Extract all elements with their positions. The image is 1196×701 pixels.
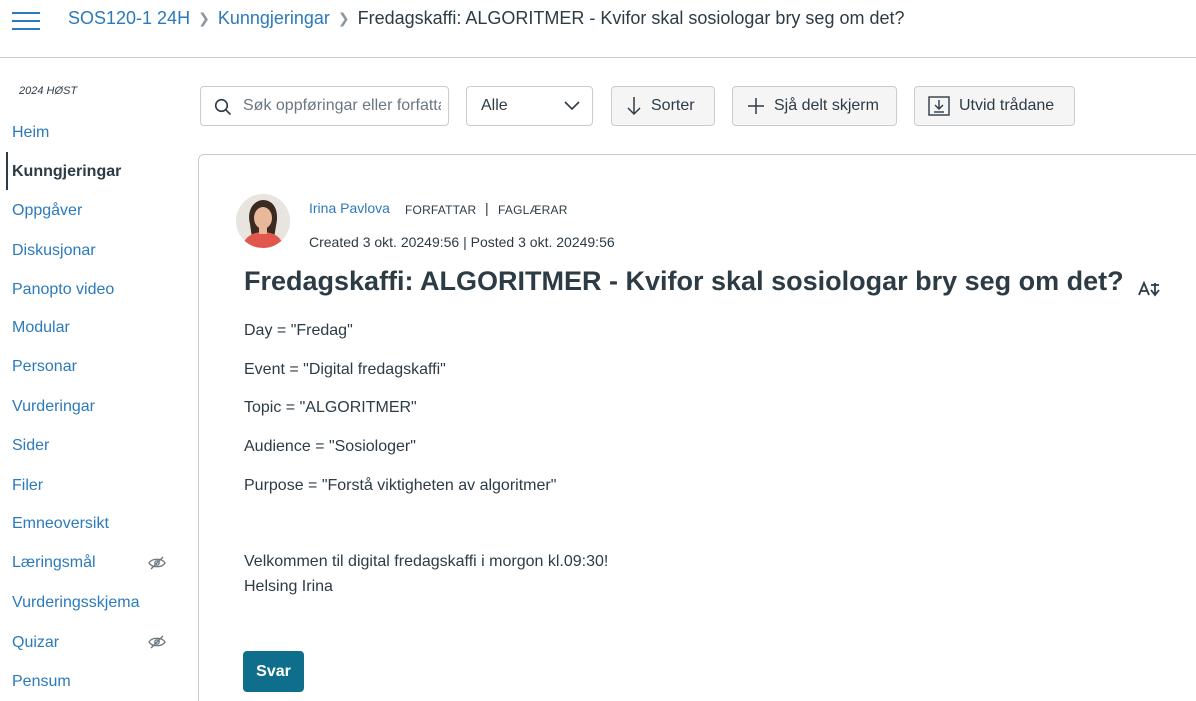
chevron-right-icon: ❯ [198, 10, 210, 26]
eye-slash-icon [148, 556, 166, 570]
search-input[interactable] [243, 95, 441, 117]
sidebar-item-diskusjonar[interactable]: Diskusjonar [12, 242, 96, 260]
sidebar-item-vurderingar[interactable]: Vurderingar [12, 398, 95, 416]
sidebar-item-oppgaver[interactable]: Oppgåver [12, 202, 82, 220]
breadcrumb: SOS120-1 24H ❯ Kunngjeringar ❯ Fredagska… [68, 8, 905, 29]
sidebar-item-sider[interactable]: Sider [12, 437, 49, 455]
filter-select-value: Alle [481, 97, 508, 114]
split-screen-button[interactable]: Sjå delt skjerm [732, 86, 897, 126]
sidebar-item-vurderingsskjema[interactable]: Vurderingsskjema [12, 594, 139, 612]
sidebar-item-quizar[interactable]: Quizar [12, 634, 59, 652]
body-signoff: Helsing Irina [244, 578, 333, 595]
sidebar-item-kunngjeringar[interactable]: Kunngjeringar [12, 163, 121, 181]
author-avatar[interactable] [236, 194, 290, 248]
active-indicator [6, 152, 8, 190]
search-icon [214, 98, 232, 116]
sidebar-item-pensum[interactable]: Pensum [12, 673, 71, 691]
plus-icon [748, 98, 764, 114]
post-dates: Created 3 okt. 20249:56 | Posted 3 okt. … [309, 234, 615, 250]
sidebar-item-heim[interactable]: Heim [12, 124, 49, 142]
body-line-event: Event = "Digital fredagskaffi" [244, 361, 446, 378]
search-field[interactable] [200, 86, 449, 126]
sort-button[interactable]: Sorter [611, 86, 715, 126]
sidebar-item-filer[interactable]: Filer [12, 477, 43, 495]
role-badge-author: FORFATTAR [405, 203, 477, 217]
breadcrumb-course-link[interactable]: SOS120-1 24H [68, 8, 190, 29]
sidebar-item-emneoversikt[interactable]: Emneoversikt [12, 515, 109, 533]
translate-icon[interactable] [1138, 280, 1162, 298]
body-line-topic: Topic = "ALGORITMER" [244, 399, 417, 416]
arrow-down-icon [627, 97, 641, 116]
split-screen-button-label: Sjå delt skjerm [774, 97, 879, 114]
sidebar-item-modular[interactable]: Modular [12, 319, 70, 337]
sidebar-item-panopto-video[interactable]: Panopto video [12, 281, 114, 299]
expand-download-icon [928, 96, 950, 116]
expand-threads-button-label: Utvid trådane [959, 97, 1055, 114]
chevron-right-icon: ❯ [337, 10, 350, 26]
sidebar-item-laeringsmal[interactable]: Læringsmål [12, 554, 96, 572]
expand-threads-button[interactable]: Utvid trådane [914, 86, 1075, 126]
breadcrumb-section-link[interactable]: Kunngjeringar [218, 8, 330, 29]
author-name-link[interactable]: Irina Pavlova [309, 200, 390, 216]
top-header: SOS120-1 24H ❯ Kunngjeringar ❯ Fredagska… [0, 0, 1196, 42]
role-separator: | [485, 200, 489, 216]
body-greeting: Velkommen til digital fredagskaffi i mor… [244, 553, 609, 570]
term-label: 2024 HØST [19, 85, 78, 97]
eye-slash-icon [148, 635, 166, 649]
filter-select[interactable]: Alle [466, 86, 593, 126]
breadcrumb-current: Fredagskaffi: ALGORITMER - Kvifor skal s… [357, 8, 905, 28]
course-navigation: 2024 HØST Heim Kunngjeringar Oppgåver Di… [0, 58, 198, 701]
hamburger-menu-icon[interactable] [12, 10, 40, 32]
body-line-purpose: Purpose = "Forstå viktigheten av algorit… [244, 477, 557, 494]
body-line-day: Day = "Fredag" [244, 322, 353, 339]
chevron-down-icon [564, 101, 580, 111]
avatar-portrait-image [236, 194, 290, 248]
reply-button[interactable]: Svar [243, 651, 304, 692]
announcement-title: Fredagskaffi: ALGORITMER - Kvifor skal s… [244, 266, 1124, 296]
role-badge-teacher: FAGLÆRAR [498, 203, 568, 217]
sort-button-label: Sorter [651, 97, 695, 114]
body-line-audience: Audience = "Sosiologer" [244, 438, 416, 455]
sidebar-item-personar[interactable]: Personar [12, 358, 77, 376]
